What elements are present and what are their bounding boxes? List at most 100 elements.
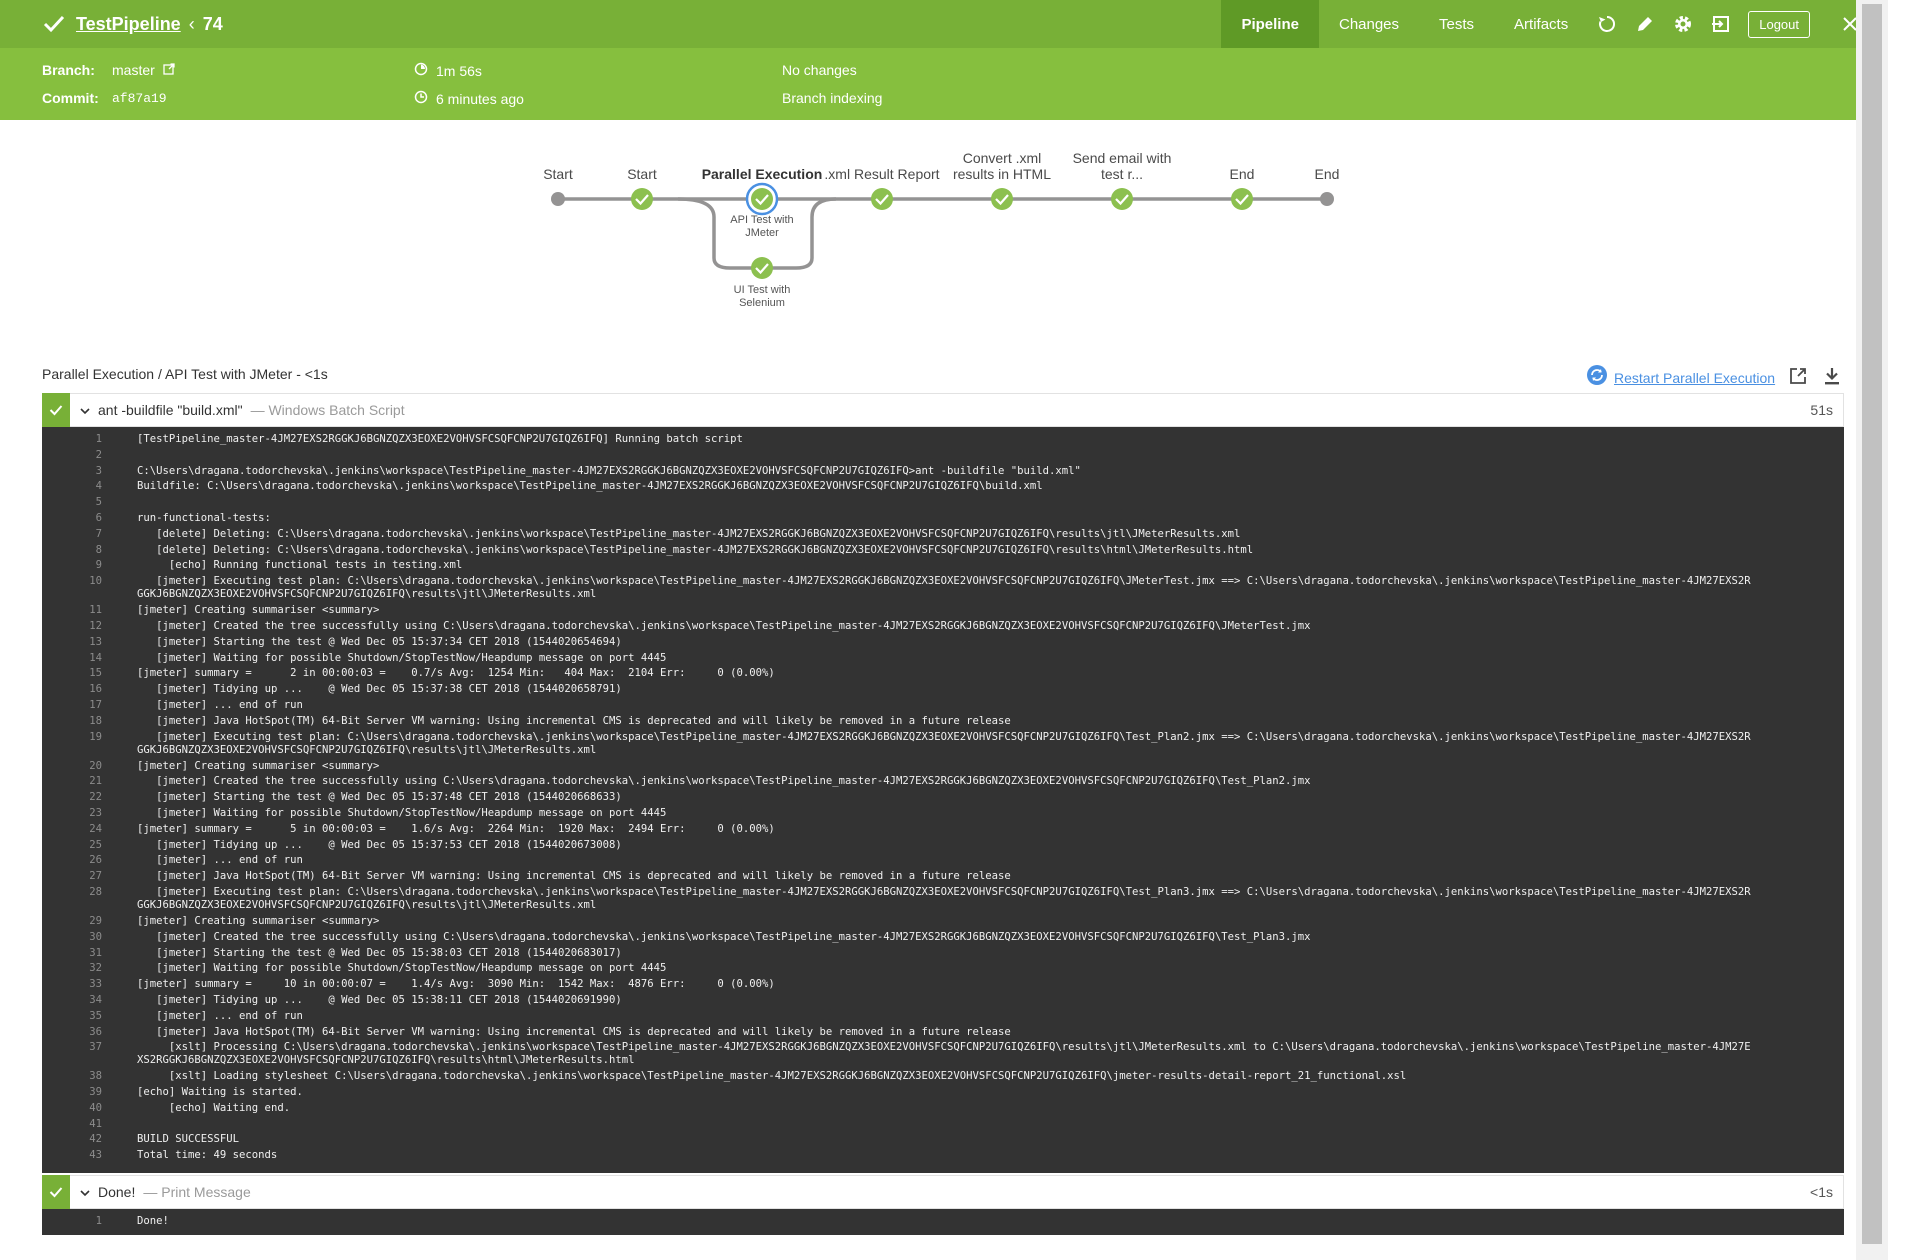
log-line-number[interactable]: 37: [42, 1041, 102, 1069]
log-line-number[interactable]: 31: [42, 947, 102, 962]
log-line-number[interactable]: 18: [42, 715, 102, 730]
stage-node-start: [551, 192, 565, 206]
log-line-text: Done!: [137, 1215, 169, 1227]
page-scrollbar[interactable]: [1856, 0, 1888, 1260]
time-info: 6 minutes ago: [414, 90, 524, 107]
log-line: 10 [jmeter] Executing test plan: C:\User…: [42, 574, 1844, 603]
restart-icon[interactable]: [1586, 364, 1608, 391]
log-line-number[interactable]: 35: [42, 1010, 102, 1025]
log-line: 19 [jmeter] Executing test plan: C:\User…: [42, 730, 1844, 759]
log-line-number[interactable]: 43: [42, 1149, 102, 1164]
tab-pipeline[interactable]: Pipeline: [1221, 0, 1319, 48]
log-line-number[interactable]: 41: [42, 1118, 102, 1133]
log-line-number[interactable]: 29: [42, 915, 102, 930]
log-line-number[interactable]: 11: [42, 604, 102, 619]
log-line-number[interactable]: 9: [42, 559, 102, 574]
chevron-down-icon[interactable]: [80, 402, 92, 418]
log-line-text: [102, 1118, 1844, 1133]
log-line-number[interactable]: 22: [42, 791, 102, 806]
log-line-number[interactable]: 34: [42, 994, 102, 1009]
log-line-text: [delete] Deleting: C:\Users\dragana.todo…: [137, 527, 1241, 540]
log-line: 2: [42, 448, 1844, 464]
stage-label-end: End: [1229, 166, 1255, 182]
log-line-number[interactable]: 14: [42, 652, 102, 667]
external-link-icon[interactable]: [163, 62, 175, 78]
log-line-number[interactable]: 1: [42, 1215, 102, 1230]
log-line-number[interactable]: 3: [42, 465, 102, 480]
log-line-number[interactable]: 6: [42, 512, 102, 527]
timer-icon: [414, 62, 428, 79]
open-in-new-window-icon[interactable]: [1786, 364, 1810, 388]
edit-pencil-icon[interactable]: [1626, 0, 1664, 48]
tab-changes[interactable]: Changes: [1319, 0, 1419, 48]
log-line-number[interactable]: 33: [42, 978, 102, 993]
log-line: 1 [TestPipeline_master-4JM27EXS2RGGKJ6BGN…: [42, 432, 1844, 448]
log-line-number[interactable]: 36: [42, 1026, 102, 1041]
download-icon[interactable]: [1820, 364, 1844, 388]
log-line-number[interactable]: 30: [42, 931, 102, 946]
log-line-number[interactable]: 23: [42, 807, 102, 822]
restart-stage-button[interactable]: Restart Parallel Execution: [1586, 364, 1775, 391]
log-line-number[interactable]: 26: [42, 854, 102, 869]
log-line-text: [102, 496, 1844, 511]
step-header-ant-build[interactable]: ant -buildfile "build.xml" — Windows Bat…: [42, 393, 1844, 427]
log-line-number[interactable]: 32: [42, 962, 102, 977]
log-line-number[interactable]: 7: [42, 528, 102, 543]
log-line-number[interactable]: 27: [42, 870, 102, 885]
log-line-text: [xslt] Loading stylesheet C:\Users\draga…: [137, 1070, 1407, 1083]
step-header-done[interactable]: Done! — Print Message <1s: [42, 1175, 1844, 1209]
stage-node-xml-report[interactable]: [871, 188, 893, 210]
log-line-number[interactable]: 42: [42, 1133, 102, 1148]
restart-stage-label[interactable]: Restart Parallel Execution: [1614, 370, 1775, 386]
commit-value[interactable]: af87a19: [112, 91, 167, 106]
stage-node-ui-test[interactable]: [751, 257, 773, 279]
log-line-number[interactable]: 38: [42, 1070, 102, 1085]
log-line-text: [jmeter] ... end of run: [137, 698, 303, 711]
replay-icon[interactable]: [1588, 0, 1626, 48]
log-line-number[interactable]: 39: [42, 1086, 102, 1101]
log-line-number[interactable]: 24: [42, 823, 102, 838]
log-line-number[interactable]: 4: [42, 480, 102, 495]
log-line-text: [delete] Deleting: C:\Users\dragana.todo…: [137, 543, 1254, 556]
tab-artifacts[interactable]: Artifacts: [1494, 0, 1588, 48]
log-line-number[interactable]: 20: [42, 760, 102, 775]
step-log-done: 1 Done!: [42, 1209, 1844, 1235]
stage-node-send-email[interactable]: [1111, 188, 1133, 210]
log-line-number[interactable]: 12: [42, 620, 102, 635]
chevron-down-icon[interactable]: [80, 1184, 92, 1200]
branch-value[interactable]: master: [112, 62, 155, 78]
log-line-number[interactable]: 5: [42, 496, 102, 511]
log-line-number[interactable]: 10: [42, 575, 102, 603]
step-success-icon: [42, 1175, 70, 1209]
stage-node-convert-xml[interactable]: [991, 188, 1013, 210]
top-bar: TestPipeline ‹ 74 Pipeline Changes Tests…: [0, 0, 1888, 48]
exit-icon[interactable]: [1702, 0, 1740, 48]
branch-label-ui-test: UI Test with Selenium: [733, 284, 791, 309]
step-log-ant-build: 1 [TestPipeline_master-4JM27EXS2RGGKJ6BGN…: [42, 427, 1844, 1173]
log-line-number[interactable]: 15: [42, 667, 102, 682]
log-line-number[interactable]: 13: [42, 636, 102, 651]
log-line-number[interactable]: 40: [42, 1102, 102, 1117]
logout-button[interactable]: Logout: [1748, 10, 1810, 38]
chevron-left-icon: ‹: [188, 13, 195, 34]
stage-node-end[interactable]: [1231, 188, 1253, 210]
log-line-number[interactable]: 21: [42, 775, 102, 790]
log-line-text: C:\Users\dragana.todorchevska\.jenkins\w…: [137, 464, 1081, 477]
log-line-number[interactable]: 8: [42, 544, 102, 559]
pipeline-title-link[interactable]: TestPipeline: [76, 14, 181, 35]
stage-node-start-2[interactable]: [631, 188, 653, 210]
log-line-number[interactable]: 2: [42, 449, 102, 464]
log-line-number[interactable]: 16: [42, 683, 102, 698]
log-line-number[interactable]: 1: [42, 433, 102, 448]
scrollbar-thumb[interactable]: [1862, 4, 1882, 1244]
log-line-text: [jmeter] Created the tree successfully u…: [137, 930, 1311, 943]
log-line-number[interactable]: 19: [42, 731, 102, 759]
duration-value: 1m 56s: [436, 62, 482, 79]
log-line-number[interactable]: 28: [42, 886, 102, 914]
stage-node-api-test[interactable]: [745, 182, 779, 216]
log-line: 37 [xslt] Processing C:\Users\dragana.to…: [42, 1040, 1844, 1069]
log-line-number[interactable]: 17: [42, 699, 102, 714]
gear-icon[interactable]: [1664, 0, 1702, 48]
tab-tests[interactable]: Tests: [1419, 0, 1494, 48]
log-line-number[interactable]: 25: [42, 839, 102, 854]
